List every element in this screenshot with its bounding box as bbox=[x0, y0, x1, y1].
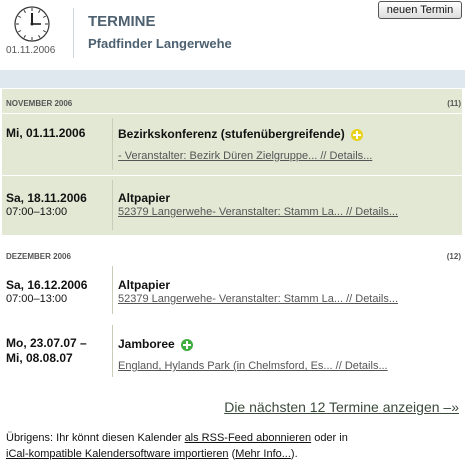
event-detail-link[interactable]: England, Hylands Park (in Chelmsford, Es… bbox=[118, 360, 388, 372]
event-title: Jamboree bbox=[118, 337, 193, 351]
event-title: Altpapier bbox=[118, 278, 171, 292]
ical-import-link[interactable]: iCal-kompatible Kalendersoftware importi… bbox=[6, 448, 229, 460]
event-detail-link[interactable]: 52379 Langerwehe- Veranstalter: Stamm La… bbox=[118, 293, 398, 305]
new-event-button[interactable]: neuen Termin bbox=[378, 1, 462, 19]
rss-feed-link[interactable]: als RSS-Feed abonnieren bbox=[185, 432, 312, 444]
event-detail-link[interactable]: 52379 Langerwehe- Veranstalter: Stamm La… bbox=[118, 206, 398, 218]
more-info-link[interactable]: Mehr Info... bbox=[235, 448, 291, 460]
divider bbox=[2, 113, 462, 114]
divider bbox=[112, 325, 113, 377]
green-cross-icon bbox=[180, 338, 193, 351]
event-date: Sa, 18.11.2006 bbox=[6, 191, 87, 205]
header-divider bbox=[73, 8, 74, 58]
page-header: 01.11.2006 TERMINE Pfadfinder Langerwehe… bbox=[0, 0, 465, 70]
page-subtitle: Pfadfinder Langerwehe bbox=[88, 36, 232, 51]
divider bbox=[112, 266, 113, 314]
divider bbox=[112, 180, 113, 230]
event-title-text: Jamboree bbox=[118, 337, 175, 351]
page-title: TERMINE bbox=[88, 13, 156, 30]
month-label: DEZEMBER 2006 bbox=[6, 252, 71, 261]
event-title: Bezirkskonferenz (stufenübergreifende) bbox=[118, 127, 363, 141]
event-detail-link[interactable]: - Veranstalter: Bezirk Düren Zielgruppe.… bbox=[118, 150, 372, 162]
divider bbox=[2, 175, 462, 176]
month-count: (11) bbox=[447, 99, 461, 108]
event-date: Sa, 16.12.2006 bbox=[6, 278, 88, 292]
footnote-text: ). bbox=[290, 448, 298, 460]
footnote: Übrigens: Ihr könnt diesen Kalender als … bbox=[6, 430, 461, 462]
month-count: (12) bbox=[446, 252, 461, 261]
month-label: NOVEMBER 2006 bbox=[6, 99, 73, 108]
event-time: 07:00–13:00 bbox=[6, 206, 68, 218]
footnote-text: Übrigens: Ihr könnt diesen Kalender bbox=[6, 432, 185, 444]
clock-icon bbox=[14, 6, 50, 42]
event-date: Mo, 23.07.07 – bbox=[6, 336, 87, 350]
month-header-december: DEZEMBER 2006 (12) bbox=[6, 252, 461, 261]
event-title-text: Bezirkskonferenz (stufenübergreifende) bbox=[118, 127, 345, 141]
event-date: Mi, 01.11.2006 bbox=[6, 126, 86, 140]
footnote-text: oder in bbox=[311, 432, 348, 444]
event-time: 07:00–13:00 bbox=[6, 293, 68, 305]
more-events-link[interactable]: Die nächsten 12 Termine anzeigen –» bbox=[224, 399, 459, 415]
divider bbox=[112, 118, 113, 170]
header-bar bbox=[0, 70, 465, 88]
event-title: Altpapier bbox=[118, 191, 171, 205]
yellow-cross-icon bbox=[350, 128, 363, 141]
event-date-end: Mi, 08.08.07 bbox=[6, 351, 73, 365]
header-date: 01.11.2006 bbox=[6, 45, 56, 56]
month-header-november: NOVEMBER 2006 (11) bbox=[6, 99, 461, 108]
